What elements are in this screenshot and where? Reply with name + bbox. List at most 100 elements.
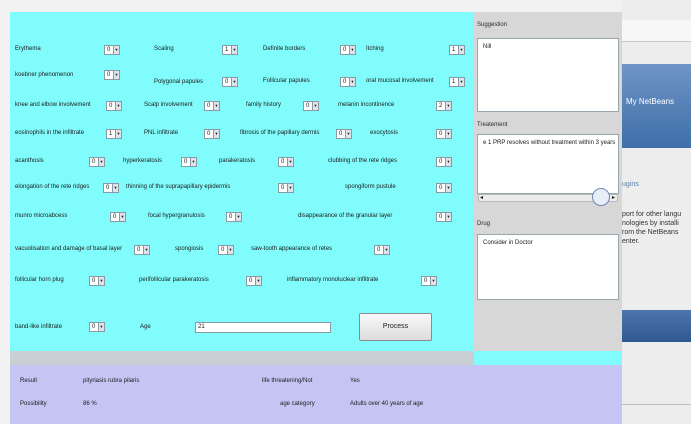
symptom-spinner[interactable]: 0 ▼ bbox=[374, 245, 390, 255]
spinner-value: 0 bbox=[424, 278, 428, 284]
symptom-spinner[interactable]: 0 ▼ bbox=[89, 157, 105, 167]
symptom-label: vacuolisation and damage of basal layer bbox=[15, 246, 123, 252]
suggestion-text: Nill bbox=[483, 44, 492, 50]
symptom-spinner[interactable]: 0 ▼ bbox=[436, 129, 452, 139]
spinner-arrow-icon[interactable]: ▼ bbox=[287, 184, 293, 192]
symptom-label: band-like infiltrate bbox=[15, 324, 63, 330]
symptom-spinner[interactable]: 0 ▼ bbox=[436, 212, 452, 222]
spinner-arrow-icon[interactable]: ▼ bbox=[235, 213, 241, 221]
symptom-spinner[interactable]: 0 ▼ bbox=[436, 183, 452, 193]
symptom-spinner[interactable]: 0 ▼ bbox=[336, 129, 352, 139]
spinner-arrow-icon[interactable]: ▼ bbox=[349, 46, 355, 54]
spinner-arrow-icon[interactable]: ▼ bbox=[119, 213, 125, 221]
symptom-label: thinning of the suprapapillary epidermis bbox=[126, 184, 231, 190]
scroll-right-icon[interactable]: ▸ bbox=[612, 194, 615, 201]
symptom-spinner[interactable]: 0 ▼ bbox=[134, 245, 150, 255]
spinner-arrow-icon[interactable]: ▼ bbox=[445, 184, 451, 192]
spinner-arrow-icon[interactable]: ▼ bbox=[113, 46, 119, 54]
spinner-value: 0 bbox=[92, 278, 96, 284]
spinner-value: 0 bbox=[439, 131, 443, 137]
symptom-label: elongation of the rete ridges bbox=[15, 184, 90, 190]
symptom-label: hyperkeratosis bbox=[123, 158, 163, 164]
spinner-arrow-icon[interactable]: ▼ bbox=[143, 246, 149, 254]
symptom-label: clubbing of the rete ridges bbox=[328, 158, 398, 164]
symptom-spinner[interactable]: 1 ▼ bbox=[222, 45, 238, 55]
symptom-label: acanthosis bbox=[15, 158, 44, 164]
separator-strip bbox=[10, 351, 474, 365]
symptom-spinner[interactable]: 1 ▼ bbox=[449, 77, 465, 87]
symptom-spinner[interactable]: 0 ▼ bbox=[246, 276, 262, 286]
symptom-spinner[interactable]: 0 ▼ bbox=[222, 77, 238, 87]
symptom-spinner[interactable]: 0 ▼ bbox=[218, 245, 234, 255]
symptom-spinner[interactable]: 0 ▼ bbox=[436, 157, 452, 167]
symptom-spinner[interactable]: 0 ▼ bbox=[340, 77, 356, 87]
symptom-spinner[interactable]: 0 ▼ bbox=[103, 183, 119, 193]
spinner-arrow-icon[interactable]: ▼ bbox=[98, 158, 104, 166]
age-input[interactable]: 21 bbox=[195, 322, 331, 333]
drug-title: Drug bbox=[477, 221, 491, 227]
spinner-arrow-icon[interactable]: ▼ bbox=[445, 102, 451, 110]
symptom-spinner[interactable]: 2 ▼ bbox=[436, 101, 452, 111]
symptom-spinner[interactable]: 0 ▼ bbox=[110, 212, 126, 222]
spinner-arrow-icon[interactable]: ▼ bbox=[287, 158, 293, 166]
spinner-arrow-icon[interactable]: ▼ bbox=[115, 102, 121, 110]
scroll-left-icon[interactable]: ◂ bbox=[480, 194, 483, 201]
spinner-arrow-icon[interactable]: ▼ bbox=[98, 277, 104, 285]
symptom-spinner[interactable]: 0 ▼ bbox=[226, 212, 242, 222]
spinner-value: 0 bbox=[377, 247, 381, 253]
spinner-arrow-icon[interactable]: ▼ bbox=[445, 130, 451, 138]
spinner-arrow-icon[interactable]: ▼ bbox=[458, 78, 464, 86]
symptom-spinner[interactable]: 0 ▼ bbox=[340, 45, 356, 55]
spinner-arrow-icon[interactable]: ▼ bbox=[213, 102, 219, 110]
spinner-arrow-icon[interactable]: ▼ bbox=[430, 277, 436, 285]
spinner-arrow-icon[interactable]: ▼ bbox=[190, 158, 196, 166]
suggestion-textarea[interactable]: Nill bbox=[477, 38, 619, 112]
spinner-arrow-icon[interactable]: ▼ bbox=[227, 246, 233, 254]
symptom-spinner[interactable]: 0 ▼ bbox=[278, 183, 294, 193]
drug-textarea[interactable]: Consider in Doctor bbox=[477, 234, 619, 300]
spinner-arrow-icon[interactable]: ▼ bbox=[383, 246, 389, 254]
symptom-spinner[interactable]: 1 ▼ bbox=[449, 45, 465, 55]
spinner-arrow-icon[interactable]: ▼ bbox=[312, 102, 318, 110]
spinner-arrow-icon[interactable]: ▼ bbox=[112, 184, 118, 192]
spinner-arrow-icon[interactable]: ▼ bbox=[445, 158, 451, 166]
spinner-arrow-icon[interactable]: ▼ bbox=[255, 277, 261, 285]
spinner-arrow-icon[interactable]: ▼ bbox=[458, 46, 464, 54]
symptom-spinner[interactable]: 1 ▼ bbox=[106, 129, 122, 139]
scrollbar-thumb[interactable] bbox=[592, 188, 610, 206]
symptom-spinner[interactable]: 0 ▼ bbox=[204, 101, 220, 111]
spinner-arrow-icon[interactable]: ▼ bbox=[113, 71, 119, 79]
spinner-value: 0 bbox=[107, 47, 111, 53]
spinner-arrow-icon[interactable]: ▼ bbox=[231, 46, 237, 54]
spinner-arrow-icon[interactable]: ▼ bbox=[345, 130, 351, 138]
symptom-label: PNL infiltrate bbox=[144, 130, 179, 136]
spinner-arrow-icon[interactable]: ▼ bbox=[349, 78, 355, 86]
symptom-label: focal hypergranulosis bbox=[148, 213, 205, 219]
spinner-value: 0 bbox=[339, 131, 343, 137]
symptom-label: fibrosis of the papillary dermis bbox=[240, 130, 320, 136]
spinner-arrow-icon[interactable]: ▼ bbox=[445, 213, 451, 221]
spinner-value: 0 bbox=[221, 247, 225, 253]
spinner-arrow-icon[interactable]: ▼ bbox=[115, 130, 121, 138]
symptom-spinner[interactable]: 0 ▼ bbox=[204, 129, 220, 139]
spinner-arrow-icon[interactable]: ▼ bbox=[98, 323, 104, 331]
treatment-text: e 1 PRP resolves without treatment withi… bbox=[483, 140, 616, 146]
plugins-description-line: port for other langu bbox=[622, 211, 682, 218]
spinner-value: 0 bbox=[343, 47, 347, 53]
symptom-spinner[interactable]: 0 ▼ bbox=[181, 157, 197, 167]
symptom-spinner[interactable]: 0 ▼ bbox=[303, 101, 319, 111]
spinner-arrow-icon[interactable]: ▼ bbox=[213, 130, 219, 138]
symptom-spinner[interactable]: 0 ▼ bbox=[89, 322, 105, 332]
spinner-value: 0 bbox=[109, 103, 113, 109]
symptom-spinner[interactable]: 0 ▼ bbox=[104, 45, 120, 55]
symptom-spinner[interactable]: 0 ▼ bbox=[421, 276, 437, 286]
symptom-spinner[interactable]: 0 ▼ bbox=[104, 70, 120, 80]
my-netbeans-tab[interactable]: My NetBeans bbox=[626, 97, 674, 106]
spinner-arrow-icon[interactable]: ▼ bbox=[231, 78, 237, 86]
symptom-spinner[interactable]: 0 ▼ bbox=[89, 276, 105, 286]
suggestion-title: Suggestion bbox=[477, 22, 508, 28]
symptom-spinner[interactable]: 0 ▼ bbox=[278, 157, 294, 167]
treatment-textarea[interactable]: e 1 PRP resolves without treatment withi… bbox=[477, 134, 619, 194]
process-button[interactable]: Process bbox=[359, 313, 432, 341]
symptom-spinner[interactable]: 0 ▼ bbox=[106, 101, 122, 111]
